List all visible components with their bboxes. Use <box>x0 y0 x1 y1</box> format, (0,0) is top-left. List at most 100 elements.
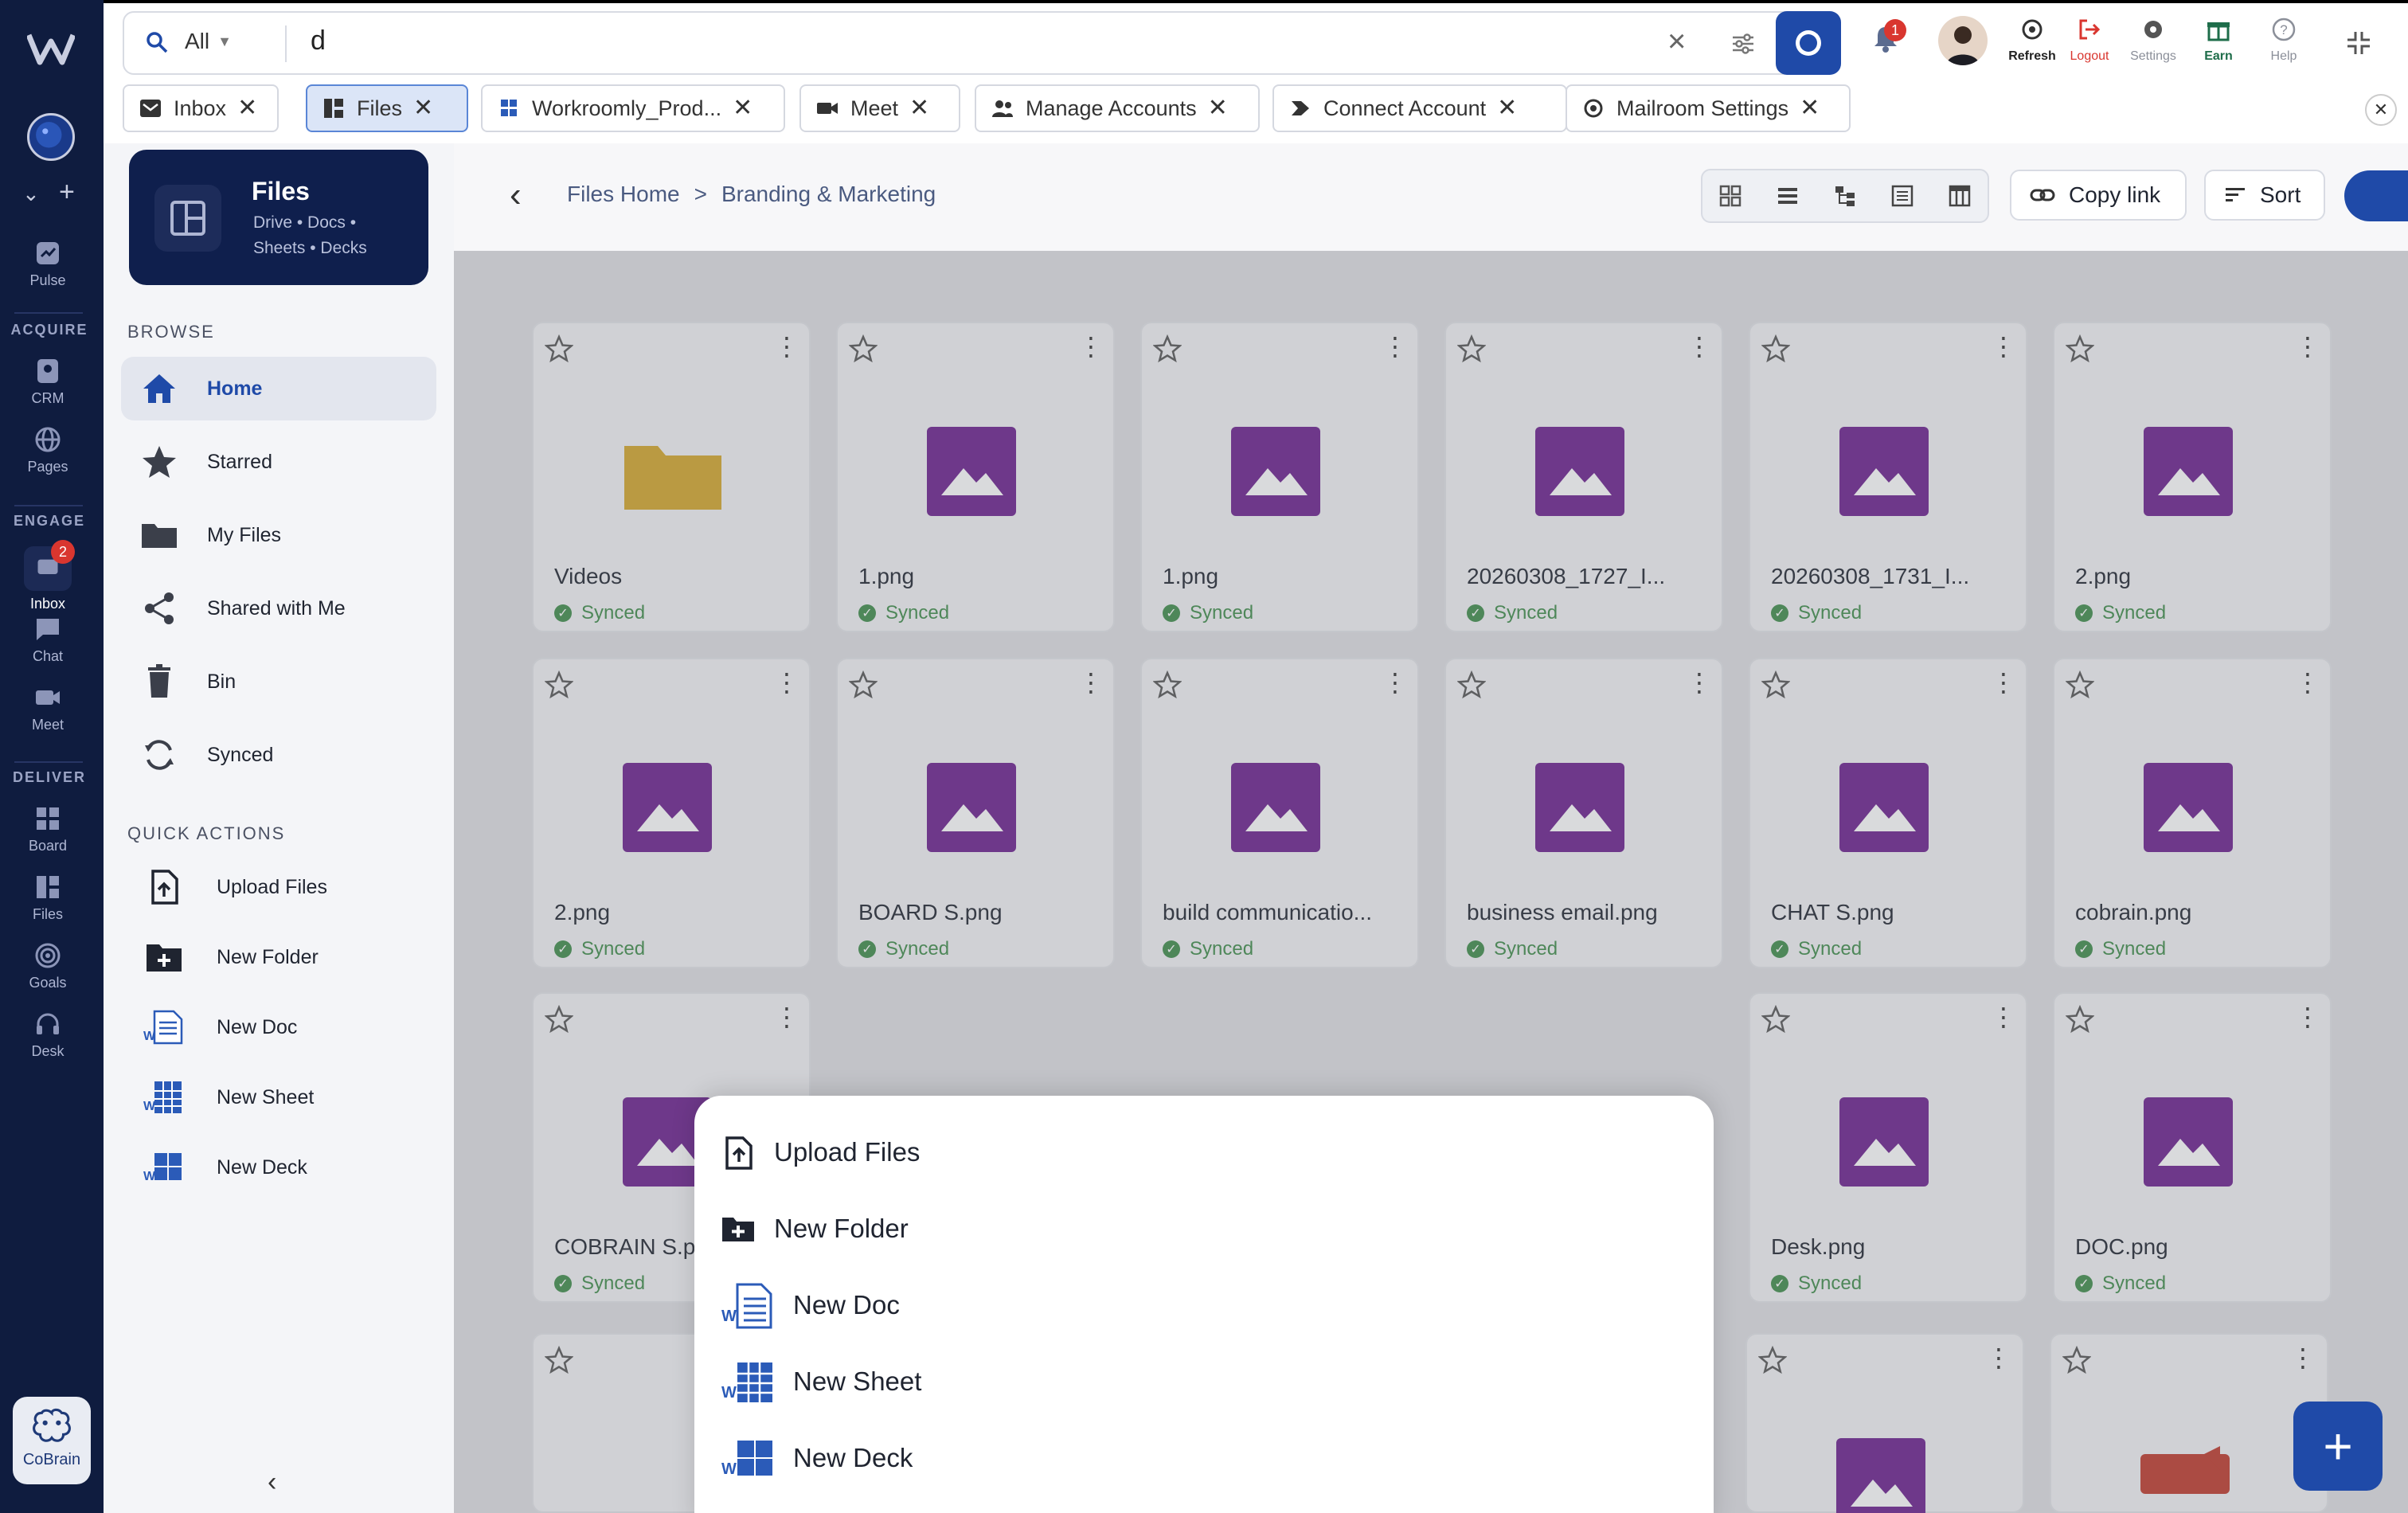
tab-inbox[interactable]: Inbox ✕ <box>123 84 279 132</box>
tab-workroomly-prod[interactable]: Workroomly_Prod... ✕ <box>481 84 785 132</box>
chevron-down-icon[interactable]: ⌄ <box>22 182 40 206</box>
clear-search-icon[interactable]: × <box>1667 24 1686 60</box>
chat-icon <box>33 615 62 643</box>
sheet-new-doc[interactable]: W New Doc <box>718 1269 900 1341</box>
rail-item-goals[interactable]: Goals <box>0 941 96 991</box>
close-icon[interactable]: ✕ <box>733 96 752 120</box>
svg-text:W: W <box>143 1030 156 1043</box>
close-icon[interactable]: ✕ <box>909 96 929 120</box>
sheet-new-deck[interactable]: W New Deck <box>718 1422 913 1494</box>
rail-item-meet[interactable]: Meet <box>0 683 96 733</box>
users-icon <box>992 100 1013 117</box>
earn-button[interactable]: Earn <box>2187 16 2250 64</box>
grid-view-icon[interactable] <box>1710 177 1750 215</box>
collapse-icon[interactable] <box>2344 29 2373 57</box>
close-icon[interactable]: ✕ <box>1800 96 1820 120</box>
help-button[interactable]: ? Help <box>2252 16 2316 64</box>
video-camera-icon <box>817 103 838 114</box>
svg-text:?: ? <box>2280 22 2287 37</box>
rail-item-desk[interactable]: Desk <box>0 1010 96 1060</box>
tab-manage-accounts[interactable]: Manage Accounts ✕ <box>975 84 1260 132</box>
rail-item-crm[interactable]: CRM <box>0 357 96 407</box>
breadcrumb-separator: > <box>694 182 707 206</box>
sheet-item-label: New Folder <box>774 1214 909 1243</box>
tab-meet[interactable]: Meet ✕ <box>799 84 960 132</box>
collapse-sidebar-icon[interactable]: ‹ <box>268 1467 276 1498</box>
close-icon[interactable]: ✕ <box>413 96 433 120</box>
copy-link-label: Copy link <box>2069 182 2161 207</box>
add-workspace-icon[interactable]: + <box>59 177 75 208</box>
cobrain-button[interactable]: CoBrain <box>13 1397 91 1484</box>
search-input[interactable]: d <box>311 25 326 57</box>
quick-action-label: New Deck <box>217 1155 307 1179</box>
quick-action-label: New Folder <box>217 945 319 968</box>
close-icon[interactable]: ✕ <box>1208 96 1228 120</box>
tab-label: Connect Account <box>1323 96 1487 120</box>
sheet-new-folder[interactable]: New Folder <box>718 1193 909 1265</box>
search-icon <box>145 30 169 54</box>
rail-label: Desk <box>31 1043 64 1059</box>
refresh-button[interactable]: Refresh <box>2000 16 2064 64</box>
refresh-icon <box>2022 19 2042 40</box>
rail-item-chat[interactable]: Chat <box>0 615 96 665</box>
home-icon <box>135 365 183 412</box>
search-scope-select[interactable]: All ▼ <box>185 29 232 54</box>
create-menu-sheet: Upload Files New Folder W New Doc W New … <box>694 1096 1714 1513</box>
sheet-item-label: New Deck <box>793 1443 913 1472</box>
upload-file-icon <box>140 863 188 911</box>
sheet-new-sheet[interactable]: W New Sheet <box>718 1346 921 1417</box>
details-view-icon[interactable] <box>1882 177 1922 215</box>
notifications-button[interactable]: 1 <box>1870 19 1906 57</box>
tab-mailroom-settings[interactable]: Mailroom Settings ✕ <box>1566 84 1851 132</box>
global-search[interactable]: All ▼ d × <box>123 11 1795 75</box>
settings-button[interactable]: Settings <box>2121 16 2185 64</box>
user-avatar[interactable] <box>1938 16 1988 65</box>
logout-button[interactable]: Logout <box>2058 16 2121 64</box>
list-view-icon[interactable] <box>1768 177 1808 215</box>
search-scope-value: All <box>185 29 210 53</box>
sort-icon <box>2226 188 2245 201</box>
doc-icon: W <box>140 1003 188 1051</box>
filter-sliders-icon[interactable] <box>1730 30 1757 57</box>
svg-text:W: W <box>721 1460 737 1478</box>
inbox-badge: 2 <box>51 540 75 564</box>
deck-icon: W <box>140 1144 188 1191</box>
rail-item-pages[interactable]: Pages <box>0 425 96 475</box>
connect-icon <box>1292 101 1309 115</box>
files-header-card: Files Drive • Docs • Sheets • Decks <box>129 150 428 285</box>
workspace-avatar[interactable] <box>27 113 75 161</box>
sync-icon <box>135 731 183 779</box>
rail-label: Inbox <box>29 596 66 612</box>
deck-icon: W <box>718 1434 777 1482</box>
tab-files[interactable]: Files ✕ <box>306 84 468 132</box>
table-view-icon[interactable] <box>1940 177 1980 215</box>
tab-connect-account[interactable]: Connect Account ✕ <box>1272 84 1567 132</box>
rail-label: CRM <box>31 390 64 406</box>
app-rail: ⌄ + Pulse ACQUIRE CRM Pages ENGAGE 2 Inb… <box>0 0 104 1513</box>
close-icon[interactable]: ✕ <box>1497 96 1517 120</box>
back-icon[interactable]: ‹ <box>510 175 522 215</box>
sort-button[interactable]: Sort <box>2204 170 2325 221</box>
rail-item-board[interactable]: Board <box>0 804 96 854</box>
rail-item-inbox[interactable]: 2 Inbox <box>0 540 96 612</box>
rail-item-pulse[interactable]: Pulse <box>0 239 96 289</box>
svg-text:W: W <box>721 1308 737 1325</box>
rail-label: Files <box>32 906 63 922</box>
close-icon[interactable]: ✕ <box>237 96 257 120</box>
brain-icon <box>33 1408 71 1442</box>
copy-link-button[interactable]: Copy link <box>2010 170 2187 221</box>
rail-item-files[interactable]: Files <box>0 873 96 923</box>
new-button-partial[interactable] <box>2344 170 2408 221</box>
app-logo[interactable] <box>27 30 75 67</box>
close-all-tabs-icon[interactable]: ✕ <box>2365 94 2397 126</box>
sidebar-item-label: Shared with Me <box>207 596 346 620</box>
search-submit-button[interactable] <box>1776 11 1841 75</box>
sheet-item-label: New Doc <box>793 1290 900 1319</box>
rail-label: Chat <box>32 648 64 664</box>
sheet-upload-files[interactable]: Upload Files <box>718 1116 920 1188</box>
svg-text:W: W <box>143 1100 156 1113</box>
tree-view-icon[interactable] <box>1825 177 1865 215</box>
breadcrumb-root[interactable]: Files Home <box>567 182 680 207</box>
gear-icon <box>1584 99 1603 118</box>
add-fab-button[interactable]: + <box>2293 1402 2383 1491</box>
